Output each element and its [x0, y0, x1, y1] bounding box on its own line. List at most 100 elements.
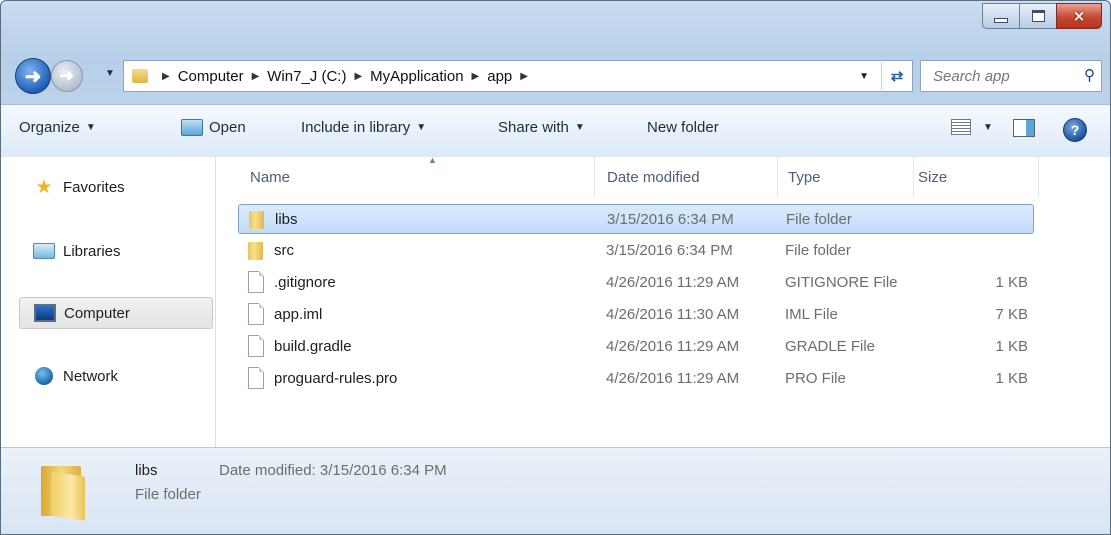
search-box[interactable]: ⚲	[920, 60, 1102, 92]
share-with-button[interactable]: Share with ▼	[498, 119, 585, 136]
back-arrow-icon: ➜	[24, 65, 42, 88]
file-date: 3/15/2016 6:34 PM	[607, 211, 734, 228]
recent-pages-dropdown[interactable]: ▼	[105, 68, 115, 79]
search-input[interactable]	[931, 66, 1075, 86]
chevron-down-icon: ▼	[85, 122, 96, 133]
chevron-down-icon: ▼	[416, 122, 427, 133]
close-button[interactable]: ×	[1056, 3, 1102, 29]
nav-item-label: Libraries	[63, 242, 121, 260]
file-row[interactable]: app.iml 4/26/2016 11:30 AM IML File 7 KB	[238, 300, 1034, 330]
include-in-library-button[interactable]: Include in library ▼	[301, 119, 426, 136]
forward-button[interactable]: ➜	[51, 60, 83, 92]
column-header-size[interactable]: Size	[916, 157, 1039, 197]
nav-item-libraries[interactable]: Libraries	[19, 236, 211, 266]
file-row[interactable]: proguard-rules.pro 4/26/2016 11:29 AM PR…	[238, 364, 1034, 394]
maximize-button[interactable]	[1019, 3, 1057, 29]
address-bar[interactable]: ▶ Computer ▶ Win7_J (C:) ▶ MyApplication…	[123, 60, 913, 92]
column-header-label: Date modified	[607, 168, 700, 186]
breadcrumb-separator-icon[interactable]: ▶	[520, 71, 528, 82]
column-header-date-modified[interactable]: Date modified	[597, 157, 778, 197]
file-size: 7 KB	[995, 306, 1028, 323]
nav-item-network[interactable]: Network	[19, 361, 211, 391]
preview-pane-icon	[1013, 119, 1035, 137]
help-button[interactable]: ?	[1063, 118, 1087, 142]
file-icon	[248, 367, 264, 389]
file-row[interactable]: src 3/15/2016 6:34 PM File folder	[238, 236, 1034, 266]
minimize-button[interactable]	[982, 3, 1020, 29]
open-folder-icon	[181, 119, 203, 136]
breadcrumb-drive[interactable]: Win7_J (C:)	[267, 68, 346, 85]
details-item-name: libs	[135, 462, 158, 479]
file-name: .gitignore	[274, 274, 336, 291]
file-type: File folder	[786, 211, 852, 228]
file-row[interactable]: libs 3/15/2016 6:34 PM File folder	[238, 204, 1034, 234]
refresh-icon: ⇄	[890, 68, 904, 85]
change-view-button[interactable]: ▼	[951, 119, 993, 135]
libraries-icon	[33, 242, 55, 260]
chevron-down-icon: ▼	[574, 122, 585, 133]
new-folder-label: New folder	[647, 119, 719, 136]
view-icon	[951, 119, 971, 135]
column-header-label: Size	[918, 168, 948, 186]
refresh-button[interactable]: ⇄	[881, 62, 912, 90]
file-name: libs	[275, 211, 298, 228]
breadcrumb-separator-icon[interactable]: ▶	[162, 71, 170, 82]
file-size: 1 KB	[995, 274, 1028, 291]
breadcrumb-computer[interactable]: Computer	[178, 68, 244, 85]
close-icon: ×	[1072, 7, 1086, 25]
nav-item-label: Favorites	[63, 178, 125, 196]
nav-item-computer[interactable]: Computer	[19, 297, 213, 329]
content-area: ★ Favorites Libraries Computer Network N…	[1, 155, 1110, 447]
file-size: 1 KB	[995, 370, 1028, 387]
breadcrumb: ▶ Computer ▶ Win7_J (C:) ▶ MyApplication…	[154, 68, 536, 85]
file-row[interactable]: build.gradle 4/26/2016 11:29 AM GRADLE F…	[238, 332, 1034, 362]
maximize-icon	[1031, 10, 1045, 22]
open-label: Open	[209, 119, 246, 136]
column-header-label: Type	[788, 168, 821, 186]
column-header-type[interactable]: Type	[780, 157, 914, 197]
navigation-pane: ★ Favorites Libraries Computer Network	[1, 157, 216, 447]
file-date: 3/15/2016 6:34 PM	[606, 242, 733, 259]
minimize-icon	[994, 17, 1008, 23]
file-type: File folder	[785, 242, 851, 259]
file-icon	[248, 271, 264, 293]
search-icon[interactable]: ⚲	[1084, 66, 1095, 84]
file-type: PRO File	[785, 370, 846, 387]
file-name: src	[274, 242, 294, 259]
address-dropdown-icon[interactable]: ▼	[859, 71, 869, 82]
file-row[interactable]: .gitignore 4/26/2016 11:29 AM GITIGNORE …	[238, 268, 1034, 298]
organize-label: Organize	[19, 119, 80, 136]
breadcrumb-app[interactable]: app	[487, 68, 512, 85]
nav-item-favorites[interactable]: ★ Favorites	[19, 172, 211, 202]
folder-icon	[41, 460, 93, 521]
file-name: app.iml	[274, 306, 323, 323]
preview-pane-button[interactable]	[1013, 119, 1035, 137]
open-button[interactable]: Open	[181, 119, 246, 136]
file-type: GITIGNORE File	[785, 274, 898, 291]
organize-button[interactable]: Organize ▼	[19, 119, 96, 136]
breadcrumb-myapplication[interactable]: MyApplication	[370, 68, 463, 85]
folder-icon	[132, 69, 148, 83]
breadcrumb-separator-icon[interactable]: ▶	[472, 71, 480, 82]
details-pane: libs File folder Date modified: 3/15/201…	[1, 447, 1110, 534]
new-folder-button[interactable]: New folder	[647, 119, 719, 136]
chevron-down-icon: ▼	[983, 121, 993, 133]
file-type: GRADLE File	[785, 338, 876, 355]
file-icon	[248, 303, 264, 325]
details-item-type: File folder	[135, 486, 201, 503]
nav-item-label: Computer	[64, 304, 130, 322]
file-date: 4/26/2016 11:29 AM	[606, 338, 740, 355]
back-button[interactable]: ➜	[15, 58, 51, 94]
forward-arrow-icon: ➜	[59, 66, 75, 85]
nav-item-label: Network	[63, 367, 119, 385]
breadcrumb-separator-icon[interactable]: ▶	[354, 71, 362, 82]
share-with-label: Share with	[498, 119, 569, 136]
file-type: IML File	[785, 306, 838, 323]
breadcrumb-separator-icon[interactable]: ▶	[252, 71, 260, 82]
file-date: 4/26/2016 11:29 AM	[606, 274, 740, 291]
file-date: 4/26/2016 11:30 AM	[606, 306, 740, 323]
file-name: build.gradle	[274, 338, 352, 355]
column-header-name[interactable]: Name ▲	[238, 155, 595, 197]
file-size: 1 KB	[995, 338, 1028, 355]
help-icon: ?	[1063, 118, 1087, 142]
